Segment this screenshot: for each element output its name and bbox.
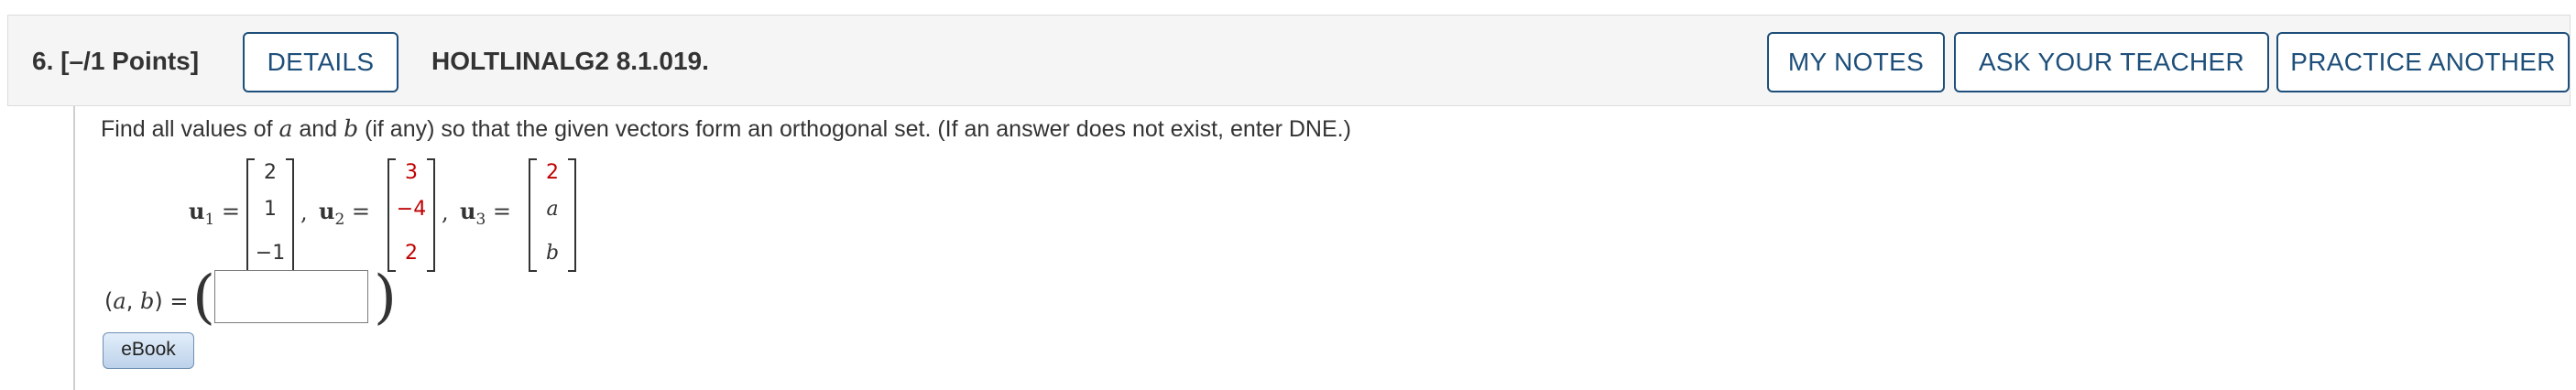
vector-definitions: u1 = 2 1 −1 , u2 = 3 −4 2 , u3 = 2 a b: [75, 157, 900, 273]
prompt-text-3: (if any) so that the given vectors form …: [358, 116, 1351, 142]
answer-label-b: b: [139, 288, 155, 314]
question-points: [–/1 Points]: [60, 47, 200, 75]
practice-another-button[interactable]: PRACTICE ANOTHER: [2276, 32, 2570, 92]
question-number-points: 6. [–/1 Points]: [32, 16, 199, 107]
answer-label-close: ) =: [154, 288, 189, 314]
question-body: Find all values of a and b (if any) so t…: [73, 106, 2572, 390]
answer-label: (a, b) =: [104, 288, 188, 314]
ask-your-teacher-button[interactable]: ASK YOUR TEACHER: [1954, 32, 2269, 92]
vector-separator: ,: [442, 200, 449, 225]
matrix-entry: 3: [405, 161, 418, 184]
equals-sign: =: [351, 199, 371, 224]
matrix-entry: a: [546, 198, 559, 221]
vector-subscript: 2: [334, 210, 345, 229]
answer-right-paren: ): [374, 264, 397, 331]
matrix-entry: 2: [405, 242, 418, 265]
answer-label-comma: ,: [126, 288, 140, 314]
vector-subscript: 3: [475, 210, 486, 229]
matrix-entry: 2: [546, 161, 559, 184]
ebook-button[interactable]: eBook: [103, 332, 194, 369]
vector-label-u2: u2 =: [319, 198, 370, 229]
vector-label-u1: u1 =: [189, 198, 240, 229]
answer-left-paren: (: [192, 264, 215, 331]
question-prompt: Find all values of a and b (if any) so t…: [101, 115, 1351, 143]
equals-sign: =: [221, 199, 241, 224]
answer-input[interactable]: [214, 270, 368, 323]
prompt-text-2: and: [292, 116, 344, 142]
vector-label-u3: u3 =: [460, 198, 511, 229]
matrix-entry: 1: [264, 198, 277, 221]
details-button[interactable]: DETAILS: [243, 32, 398, 92]
vector-u2-matrix: 3 −4 2: [387, 157, 436, 273]
prompt-var-a: a: [278, 115, 293, 142]
vector-u3-matrix: 2 a b: [528, 157, 577, 273]
matrix-entry: 2: [264, 161, 277, 184]
vector-name: u: [189, 198, 205, 224]
answer-label-open: (: [104, 288, 114, 314]
prompt-var-b: b: [344, 115, 359, 142]
my-notes-button[interactable]: MY NOTES: [1767, 32, 1945, 92]
question-number: 6.: [32, 47, 54, 75]
question-id: HOLTLINALG2 8.1.019.: [431, 47, 709, 75]
matrix-entry: b: [545, 242, 560, 265]
answer-label-a: a: [113, 288, 126, 314]
matrix-entry: −1: [255, 242, 286, 265]
vector-name: u: [460, 198, 476, 224]
prompt-text-1: Find all values of: [101, 116, 279, 142]
vector-separator: ,: [300, 200, 308, 225]
matrix-entry: −4: [396, 198, 427, 221]
vector-name: u: [319, 198, 335, 224]
vector-subscript: 1: [204, 210, 215, 229]
equals-sign: =: [492, 199, 512, 224]
question-header: 6. [–/1 Points] DETAILS HOLTLINALG2 8.1.…: [7, 15, 2571, 106]
vector-u1-matrix: 2 1 −1: [246, 157, 295, 273]
